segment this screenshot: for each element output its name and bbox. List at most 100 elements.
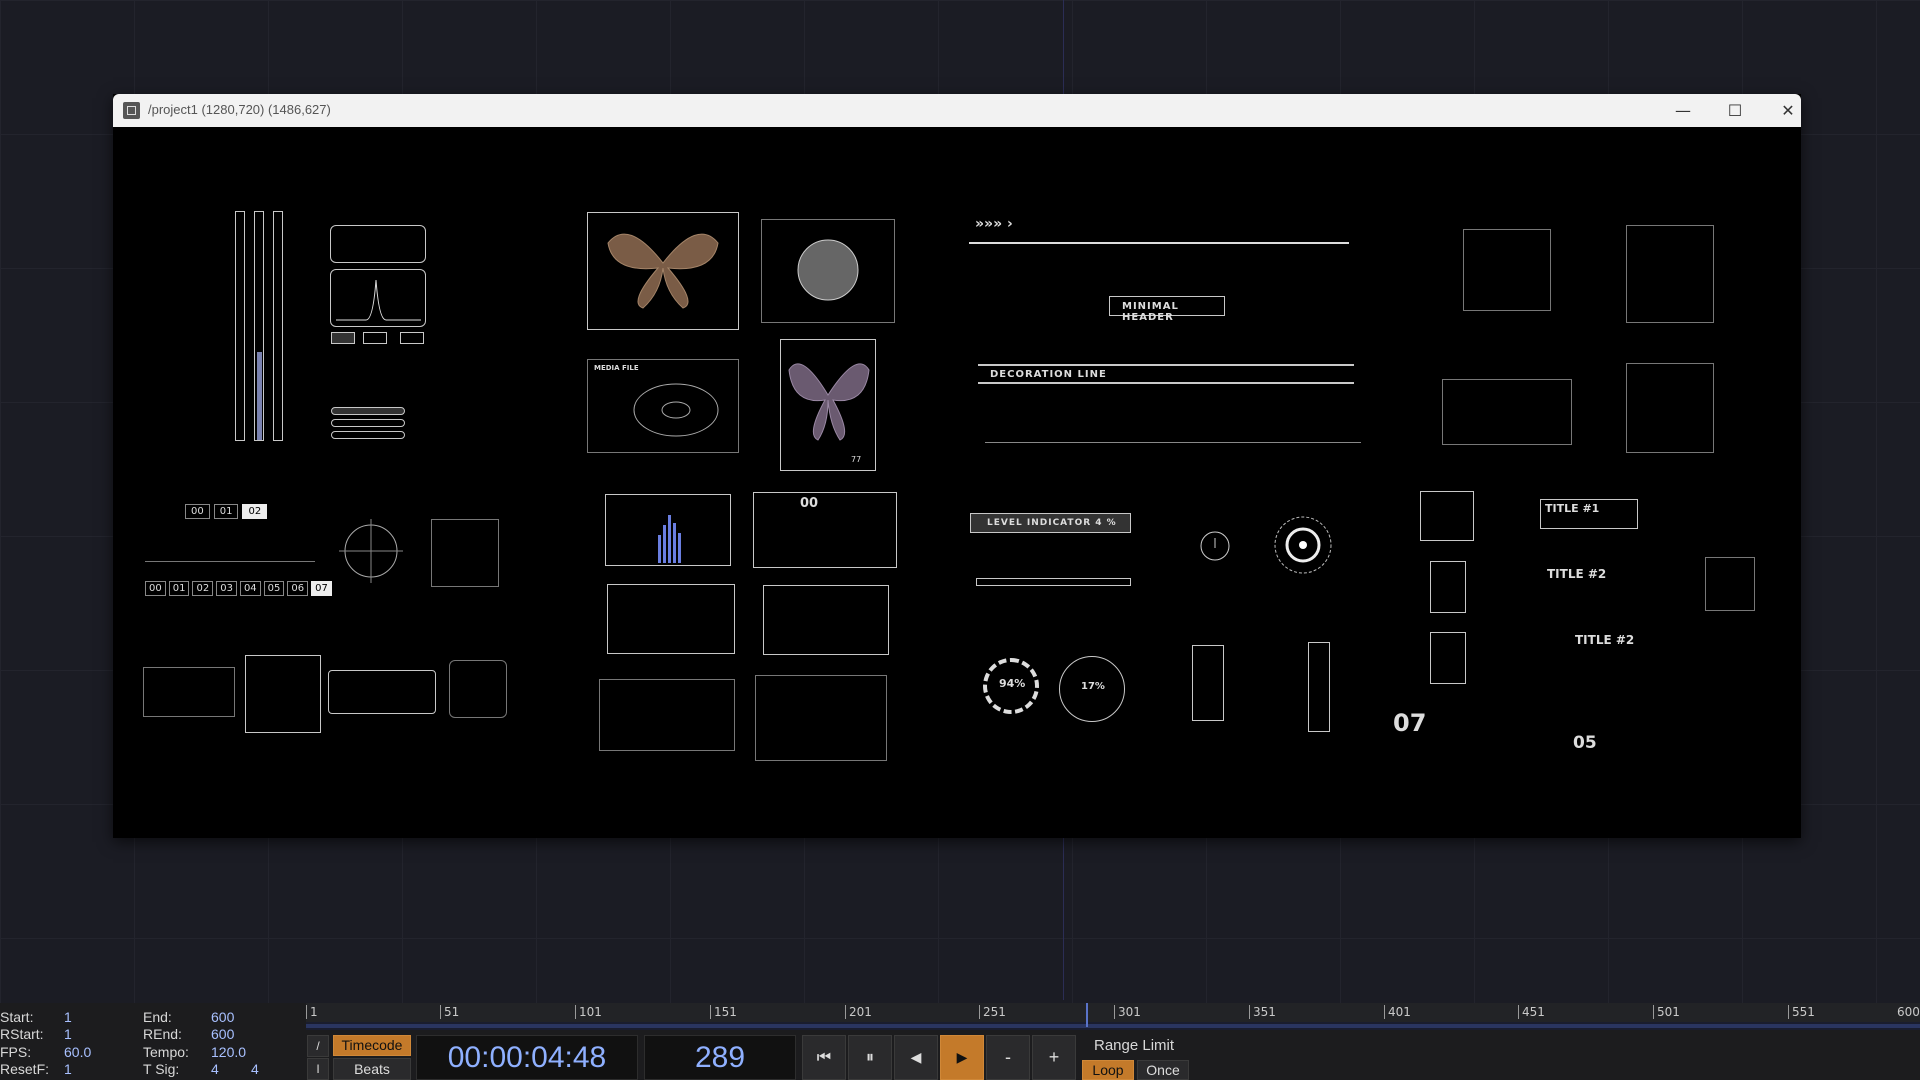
fps-label: FPS:: [0, 1044, 32, 1060]
info-card: [1420, 491, 1474, 541]
rstart-value[interactable]: 1: [64, 1026, 72, 1042]
media-frame-torus: MEDIA FILE: [587, 359, 739, 453]
dot-grid-panel: [143, 667, 235, 717]
progress-bar: [976, 578, 1131, 586]
frame-display[interactable]: 289: [644, 1035, 796, 1080]
rend-label: REnd:: [143, 1026, 182, 1042]
jump-to-start-button[interactable]: ⏮: [802, 1035, 846, 1080]
fps-value[interactable]: 60.0: [64, 1044, 91, 1060]
arrow-chevrons: »»» ›: [975, 216, 1013, 232]
counter-cell: 05: [263, 581, 285, 596]
ruler-tick: 151: [710, 1005, 737, 1019]
header-line: [969, 242, 1349, 244]
ring-gauge-94: 94%: [983, 658, 1039, 714]
target-ring-icon: [1274, 516, 1332, 574]
slider-bar: [331, 419, 405, 427]
minimize-button[interactable]: —: [1668, 100, 1698, 122]
viewer-content: 00 01 02 00 01 02 03 04 05 06 07 MEDIA F…: [113, 127, 1801, 838]
scan-panel: [1626, 363, 1714, 453]
tag-box: [331, 332, 355, 344]
maximize-button[interactable]: ☐: [1720, 100, 1750, 122]
start-value[interactable]: 1: [64, 1009, 72, 1025]
resetf-value[interactable]: 1: [64, 1061, 72, 1077]
step-back-button[interactable]: -: [986, 1035, 1030, 1080]
square-frame: [449, 660, 507, 718]
counter-bottom: 00 01 02 03 04 05 06 07: [145, 581, 332, 596]
subtitle-number: 00: [800, 496, 819, 511]
peak-curve-svg: [336, 279, 421, 321]
ruler-tick: 401: [1384, 1005, 1411, 1019]
ruler-scale: [145, 552, 315, 562]
butterfly-image: [607, 233, 719, 309]
info-card: [1430, 561, 1466, 613]
end-value[interactable]: 600: [211, 1009, 234, 1025]
counter-cell-active: 02: [242, 504, 268, 519]
viewer-window[interactable]: /project1 (1280,720) (1486,627) — ☐ ✕ 00…: [113, 94, 1801, 838]
range-limit-label: Range Limit: [1094, 1037, 1175, 1054]
close-button[interactable]: ✕: [1773, 100, 1803, 122]
counter-cell: 01: [213, 504, 239, 519]
step-forward-button[interactable]: +: [1032, 1035, 1076, 1080]
loop-button[interactable]: Loop: [1082, 1060, 1134, 1080]
rend-value[interactable]: 600: [211, 1026, 234, 1042]
pause-button[interactable]: ⏸: [848, 1035, 892, 1080]
ruler-tick: 551: [1788, 1005, 1815, 1019]
counter-cell: 04: [239, 581, 261, 596]
ruler-tick: 600: [1897, 1005, 1920, 1019]
title-number-07: 07: [1393, 709, 1427, 737]
once-button[interactable]: Once: [1137, 1060, 1189, 1080]
tag-box: [363, 332, 387, 344]
ruler-tick: 501: [1653, 1005, 1680, 1019]
histogram-panel: [605, 494, 731, 566]
side-toggle-a[interactable]: /: [307, 1035, 329, 1057]
corner-frame: [431, 519, 499, 587]
plus-marker-line: [985, 442, 1361, 443]
data-graph-panel: [755, 675, 887, 761]
object-tracking-panel: [1463, 229, 1551, 311]
play-forward-button[interactable]: ▶: [940, 1035, 984, 1080]
counter-cell: 03: [216, 581, 237, 596]
ring-gauge-label: 94%: [999, 677, 1026, 690]
app-icon: [123, 102, 140, 119]
title-1: TITLE #1: [1545, 502, 1600, 515]
decoration-line-text: DECORATION LINE: [990, 369, 1107, 380]
slider-bar: [331, 407, 405, 415]
play-reverse-button[interactable]: ◀: [894, 1035, 938, 1080]
ruler-tick: 1: [306, 1005, 318, 1019]
ruler-tick: 51: [440, 1005, 459, 1019]
window-titlebar[interactable]: /project1 (1280,720) (1486,627) — ☐ ✕: [113, 94, 1801, 127]
title-2b: TITLE #2: [1575, 633, 1635, 647]
timecode-mode-button[interactable]: Timecode: [333, 1035, 411, 1056]
tempo-value[interactable]: 120.0: [211, 1044, 246, 1060]
title-2a: TITLE #2: [1547, 567, 1607, 581]
media-frame-sphere: [761, 219, 895, 323]
data-list-panel: [328, 670, 436, 714]
line-graph-panel: [763, 585, 889, 655]
counter-cell: 02: [192, 581, 214, 596]
side-toggle-b[interactable]: I: [307, 1058, 329, 1080]
ruler-tick: 351: [1249, 1005, 1276, 1019]
start-label: Start:: [0, 1009, 34, 1025]
subtitle-panel: 00: [753, 492, 897, 568]
butterfly-image: [788, 363, 870, 441]
timeline-track[interactable]: [306, 1022, 1920, 1030]
media-file-label: MEDIA FILE: [594, 364, 639, 372]
tsig-numerator[interactable]: 4: [211, 1061, 219, 1077]
end-label: End:: [143, 1009, 172, 1025]
level-meter: [235, 211, 245, 441]
counter-cell: 01: [168, 581, 190, 596]
beats-mode-button[interactable]: Beats: [333, 1058, 411, 1080]
tsig-label: T Sig:: [143, 1061, 180, 1077]
ring-gauge-17: 17%: [1059, 656, 1125, 722]
tsig-denominator[interactable]: 4: [251, 1061, 259, 1077]
timeline-playhead[interactable]: [1086, 1003, 1088, 1027]
minimal-header-text: MINIMAL HEADER: [1122, 301, 1179, 323]
info-card: [1430, 632, 1466, 684]
object-tracking-panel: [1626, 225, 1714, 323]
level-meter: [273, 211, 283, 441]
ruler-tick: 201: [845, 1005, 872, 1019]
dark-box: [1705, 557, 1755, 611]
timecode-display[interactable]: 00:00:04:48: [416, 1035, 638, 1080]
rstart-label: RStart:: [0, 1026, 44, 1042]
level-indicator-box: LEVEL INDICATOR 4 %: [970, 513, 1131, 533]
